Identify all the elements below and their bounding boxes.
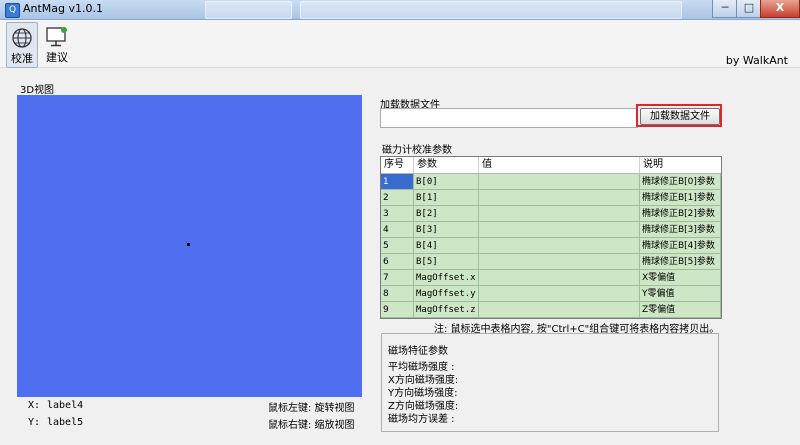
table-cell-desc[interactable]: 椭球修正B[1]参数 bbox=[640, 190, 721, 206]
table-cell-desc[interactable]: 椭球修正B[4]参数 bbox=[640, 238, 721, 254]
calibration-title: 磁力计校准参数 bbox=[382, 145, 452, 156]
features-title: 磁场特征参数 bbox=[388, 346, 448, 357]
table-cell-param[interactable]: MagOffset.z bbox=[414, 302, 479, 318]
table-cell-param[interactable]: B[0] bbox=[414, 174, 479, 190]
table-row[interactable]: 3 B[2] 椭球修正B[2]参数 bbox=[381, 206, 721, 222]
table-cell-desc[interactable]: 椭球修正B[3]参数 bbox=[640, 222, 721, 238]
view3d-canvas[interactable] bbox=[17, 95, 362, 397]
table-cell-value[interactable] bbox=[479, 222, 640, 238]
table-cell-idx[interactable]: 3 bbox=[381, 206, 414, 222]
toolbar: 校准 建议 bbox=[0, 20, 800, 68]
table-cell-idx[interactable]: 5 bbox=[381, 238, 414, 254]
table-cell-param[interactable]: B[5] bbox=[414, 254, 479, 270]
table-cell-value[interactable] bbox=[479, 174, 640, 190]
y-value: label5 bbox=[47, 417, 84, 428]
table-row[interactable]: 9 MagOffset.z Z零偏值 bbox=[381, 302, 721, 318]
table-cell-value[interactable] bbox=[479, 254, 640, 270]
hint-right-click: 鼠标右键: 缩放视图 bbox=[268, 420, 355, 431]
table-row[interactable]: 2 B[1] 椭球修正B[1]参数 bbox=[381, 190, 721, 206]
column-header[interactable]: 参数 bbox=[414, 157, 479, 173]
table-cell-desc[interactable]: X零偏值 bbox=[640, 270, 721, 286]
calibrate-tool-button[interactable]: 校准 bbox=[6, 22, 38, 68]
load-data-file-button[interactable]: 加载数据文件 bbox=[640, 108, 720, 125]
table-cell-value[interactable] bbox=[479, 270, 640, 286]
table-cell-param[interactable]: B[4] bbox=[414, 238, 479, 254]
table-row[interactable]: 1 B[0] 椭球修正B[0]参数 bbox=[381, 174, 721, 190]
table-cell-param[interactable]: B[3] bbox=[414, 222, 479, 238]
app-icon: Q bbox=[5, 3, 20, 18]
table-cell-param[interactable]: MagOffset.x bbox=[414, 270, 479, 286]
table-cell-desc[interactable]: Y零偏值 bbox=[640, 286, 721, 302]
globe-icon bbox=[12, 28, 32, 48]
table-cell-desc[interactable]: 椭球修正B[0]参数 bbox=[640, 174, 721, 190]
table-row[interactable]: 5 B[4] 椭球修正B[4]参数 bbox=[381, 238, 721, 254]
y-axis-label: Y: bbox=[28, 417, 41, 428]
table-cell-idx[interactable]: 7 bbox=[381, 270, 414, 286]
table-row[interactable]: 4 B[3] 椭球修正B[3]参数 bbox=[381, 222, 721, 238]
field-rms-error: 磁场均方误差 : bbox=[388, 414, 455, 425]
minimize-button[interactable]: ─ bbox=[712, 0, 738, 18]
table-cell-idx[interactable]: 9 bbox=[381, 302, 414, 318]
table-cell-value[interactable] bbox=[479, 206, 640, 222]
table-header: 序号 参数 值 说明 bbox=[381, 157, 721, 174]
background-taskbar-tab bbox=[205, 1, 292, 19]
byline: by WalkAnt bbox=[725, 54, 788, 67]
maximize-button[interactable]: □ bbox=[736, 0, 762, 18]
table-cell-value[interactable] bbox=[479, 190, 640, 206]
table-cell-idx[interactable]: 8 bbox=[381, 286, 414, 302]
field-features-panel: 磁场特征参数 平均磁场强度 : X方向磁场强度: Y方向磁场强度: Z方向磁场强… bbox=[381, 333, 719, 432]
table-cell-value[interactable] bbox=[479, 238, 640, 254]
table-cell-desc[interactable]: 椭球修正B[2]参数 bbox=[640, 206, 721, 222]
column-header[interactable]: 说明 bbox=[640, 157, 721, 173]
x-value: label4 bbox=[47, 400, 84, 411]
column-header[interactable]: 值 bbox=[479, 157, 640, 173]
calibrate-label: 校准 bbox=[11, 52, 33, 65]
table-cell-param[interactable]: B[1] bbox=[414, 190, 479, 206]
suggest-label: 建议 bbox=[46, 51, 68, 64]
x-axis-label: X: bbox=[28, 400, 41, 411]
table-cell-desc[interactable]: 椭球修正B[5]参数 bbox=[640, 254, 721, 270]
origin-point bbox=[187, 243, 190, 246]
window-title: AntMag v1.0.1 bbox=[23, 2, 104, 15]
column-header[interactable]: 序号 bbox=[381, 157, 414, 173]
table-cell-param[interactable]: MagOffset.y bbox=[414, 286, 479, 302]
table-cell-value[interactable] bbox=[479, 302, 640, 318]
calibration-table[interactable]: 序号 参数 值 说明 1 B[0] 椭球修正B[0]参数 2 B[1] 椭球修正B[1]参… bbox=[380, 156, 722, 319]
view3d-title: 3D视图 bbox=[20, 85, 55, 96]
table-cell-idx[interactable]: 6 bbox=[381, 254, 414, 270]
file-path-input[interactable] bbox=[380, 108, 638, 128]
table-cell-desc[interactable]: Z零偏值 bbox=[640, 302, 721, 318]
hint-left-click: 鼠标左键: 旋转视图 bbox=[268, 403, 355, 414]
table-row[interactable]: 6 B[5] 椭球修正B[5]参数 bbox=[381, 254, 721, 270]
suggest-tool-button[interactable]: 建议 bbox=[42, 22, 72, 66]
table-row[interactable]: 8 MagOffset.y Y零偏值 bbox=[381, 286, 721, 302]
table-cell-value[interactable] bbox=[479, 286, 640, 302]
table-cell-idx[interactable]: 2 bbox=[381, 190, 414, 206]
load-button-highlight: 加载数据文件 bbox=[636, 104, 722, 127]
table-row[interactable]: 7 MagOffset.x X零偏值 bbox=[381, 270, 721, 286]
table-cell-idx[interactable]: 4 bbox=[381, 222, 414, 238]
close-button[interactable]: X bbox=[760, 0, 800, 18]
monitor-icon bbox=[46, 27, 67, 47]
table-cell-idx[interactable]: 1 bbox=[381, 174, 414, 190]
table-cell-param[interactable]: B[2] bbox=[414, 206, 479, 222]
title-bar: Q AntMag v1.0.1 ─ □ X bbox=[0, 0, 800, 20]
background-taskbar-tab bbox=[300, 1, 682, 19]
